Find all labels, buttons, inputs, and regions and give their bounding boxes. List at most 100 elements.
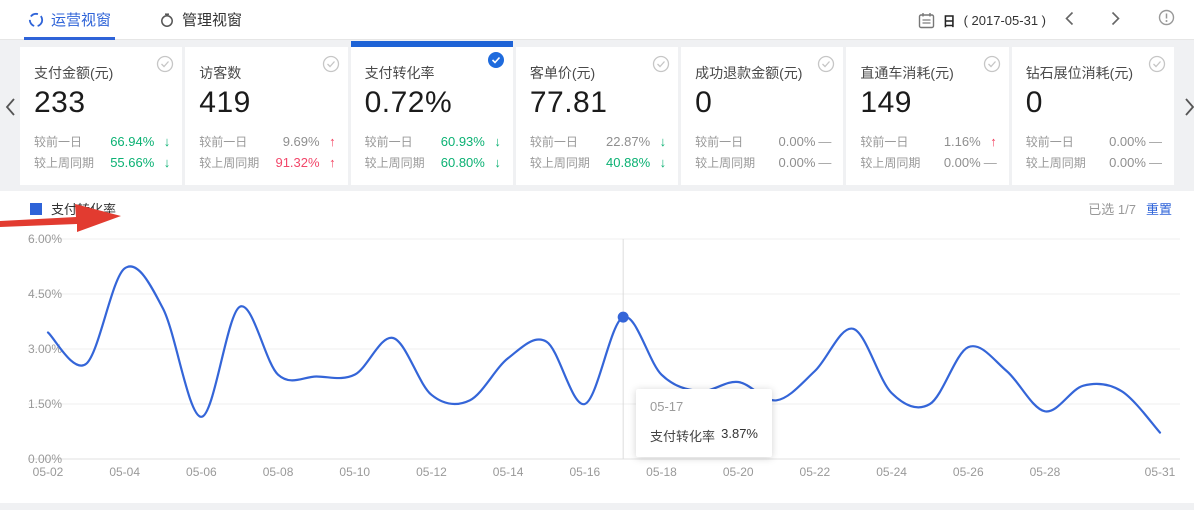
tooltip-date: 05-17 xyxy=(650,399,758,414)
tab-operations-view[interactable]: 运营视窗 xyxy=(28,0,111,40)
svg-text:0.00%: 0.00% xyxy=(28,452,62,466)
card-unchecked-icon[interactable] xyxy=(652,55,670,73)
metric-card-refund-amount[interactable]: 成功退款金额(元) 0 较前一日 0.00% — 较上周同期 0.00% — xyxy=(681,47,843,185)
svg-text:05-06: 05-06 xyxy=(186,465,217,479)
metric-compare-row: 较上周同期 91.32% ↑ xyxy=(199,152,335,173)
svg-text:05-28: 05-28 xyxy=(1030,465,1061,479)
trend-flat-icon: — xyxy=(1146,134,1162,149)
chart-tooltip: 05-17 支付转化率 3.87% xyxy=(636,389,772,457)
card-unchecked-icon[interactable] xyxy=(1148,55,1166,73)
metric-compare-row: 较前一日 1.16% ↑ xyxy=(860,131,996,152)
svg-text:05-24: 05-24 xyxy=(876,465,907,479)
svg-text:05-18: 05-18 xyxy=(646,465,677,479)
metric-card-avg-order-value[interactable]: 客单价(元) 77.81 较前一日 22.87% ↓ 较上周同期 40.88% … xyxy=(516,47,678,185)
tab-label: 运营视窗 xyxy=(51,9,111,30)
info-button[interactable] xyxy=(1138,9,1194,31)
cards-scroll-right-button[interactable] xyxy=(1184,96,1194,124)
date-granularity: 日 xyxy=(943,11,956,30)
metric-card-zuanzhan-spend[interactable]: 钻石展位消耗(元) 0 较前一日 0.00% — 较上周同期 0.00% — xyxy=(1012,47,1174,185)
trend-up-icon: ↑ xyxy=(320,155,336,170)
date-prev-button[interactable] xyxy=(1046,11,1092,30)
metric-compare-row: 较前一日 22.87% ↓ xyxy=(530,131,666,152)
metric-compare-row: 较上周同期 0.00% — xyxy=(695,152,831,173)
legend-swatch-icon xyxy=(30,203,42,215)
metric-card-value: 77.81 xyxy=(530,86,664,120)
svg-text:05-08: 05-08 xyxy=(263,465,294,479)
metric-card-payment-amount[interactable]: 支付金额(元) 233 较前一日 66.94% ↓ 较上周同期 55.66% ↓ xyxy=(20,47,182,185)
card-unchecked-icon[interactable] xyxy=(322,55,340,73)
metric-compare-row: 较前一日 60.93% ↓ xyxy=(365,131,501,152)
chart-controls: 已选 1/7 重置 xyxy=(1088,199,1172,218)
svg-text:05-12: 05-12 xyxy=(416,465,447,479)
metric-card-value: 233 xyxy=(34,86,168,120)
reset-button[interactable]: 重置 xyxy=(1146,199,1172,218)
chevron-right-icon xyxy=(1184,97,1194,117)
chevron-left-icon xyxy=(4,97,16,117)
metric-card-value: 0.72% xyxy=(365,86,499,120)
date-value: ( 2017-05-31 ) xyxy=(964,13,1046,28)
svg-text:1.50%: 1.50% xyxy=(28,397,62,411)
trend-chart-section: 支付转化率 已选 1/7 重置 0.00%1.50%3.00%4.50%6.00… xyxy=(0,191,1194,503)
card-unchecked-icon[interactable] xyxy=(983,55,1001,73)
metric-card-title: 支付转化率 xyxy=(365,63,499,83)
svg-text:05-20: 05-20 xyxy=(723,465,754,479)
svg-text:05-16: 05-16 xyxy=(569,465,600,479)
metric-compare-row: 较前一日 0.00% — xyxy=(1026,131,1162,152)
tab-management-view[interactable]: 管理视窗 xyxy=(159,0,242,40)
metric-compare-row: 较上周同期 40.88% ↓ xyxy=(530,152,666,173)
trend-flat-icon: — xyxy=(815,134,831,149)
chart-legend[interactable]: 支付转化率 xyxy=(30,199,116,218)
metric-compare-row: 较前一日 9.69% ↑ xyxy=(199,131,335,152)
metric-card-title: 支付金额(元) xyxy=(34,63,168,83)
svg-text:05-22: 05-22 xyxy=(800,465,831,479)
trend-down-icon: ↓ xyxy=(154,134,170,149)
date-next-button[interactable] xyxy=(1092,11,1138,30)
metric-compare-row: 较上周同期 60.80% ↓ xyxy=(365,152,501,173)
trend-up-icon: ↑ xyxy=(981,134,997,149)
trend-flat-icon: — xyxy=(981,155,997,170)
trend-flat-icon: — xyxy=(1146,155,1162,170)
cards-scroll-left-button[interactable] xyxy=(4,96,16,124)
info-icon xyxy=(1158,9,1175,26)
svg-text:05-04: 05-04 xyxy=(109,465,140,479)
svg-text:05-14: 05-14 xyxy=(493,465,524,479)
metric-compare-row: 较上周同期 0.00% — xyxy=(860,152,996,173)
nav-right-controls: 日 ( 2017-05-31 ) xyxy=(918,0,1194,40)
metric-card-title: 钻石展位消耗(元) xyxy=(1026,63,1160,83)
chevron-right-icon xyxy=(1110,11,1121,26)
metric-card-value: 0 xyxy=(695,86,829,120)
metric-card-title: 访客数 xyxy=(199,63,333,83)
metric-card-title: 成功退款金额(元) xyxy=(695,63,829,83)
conversion-rate-chart[interactable]: 0.00%1.50%3.00%4.50%6.00%05-0205-0405-06… xyxy=(0,229,1194,491)
metric-compare-row: 较前一日 66.94% ↓ xyxy=(34,131,170,152)
chevron-left-icon xyxy=(1064,11,1075,26)
tab-label: 管理视窗 xyxy=(182,9,242,30)
metric-card-value: 419 xyxy=(199,86,333,120)
top-nav: 运营视窗 管理视窗 日 ( 2017-05-31 ) xyxy=(0,0,1194,40)
svg-text:05-26: 05-26 xyxy=(953,465,984,479)
metric-card-conversion-rate[interactable]: 支付转化率 0.72% 较前一日 60.93% ↓ 较上周同期 60.80% ↓ xyxy=(351,41,513,185)
metric-card-visitors[interactable]: 访客数 419 较前一日 9.69% ↑ 较上周同期 91.32% ↑ xyxy=(185,47,347,185)
date-selector[interactable]: 日 ( 2017-05-31 ) xyxy=(918,11,1046,30)
operations-view-icon xyxy=(28,12,44,28)
calendar-icon xyxy=(918,12,935,29)
management-view-icon xyxy=(159,12,175,28)
metric-compare-row: 较上周同期 0.00% — xyxy=(1026,152,1162,173)
active-tab-indicator xyxy=(24,37,115,40)
trend-down-icon: ↓ xyxy=(485,134,501,149)
metric-card-value: 149 xyxy=(860,86,994,120)
metric-cards-strip: 支付金额(元) 233 较前一日 66.94% ↓ 较上周同期 55.66% ↓… xyxy=(20,47,1174,185)
svg-text:05-02: 05-02 xyxy=(33,465,64,479)
card-unchecked-icon[interactable] xyxy=(156,55,174,73)
metric-card-title: 直通车消耗(元) xyxy=(860,63,994,83)
metric-card-ztc-spend[interactable]: 直通车消耗(元) 149 较前一日 1.16% ↑ 较上周同期 0.00% — xyxy=(846,47,1008,185)
svg-text:6.00%: 6.00% xyxy=(28,232,62,246)
svg-text:05-10: 05-10 xyxy=(339,465,370,479)
trend-flat-icon: — xyxy=(815,155,831,170)
metric-card-title: 客单价(元) xyxy=(530,63,664,83)
trend-down-icon: ↓ xyxy=(650,134,666,149)
selected-count-label: 已选 1/7 xyxy=(1088,199,1136,218)
card-unchecked-icon[interactable] xyxy=(817,55,835,73)
tooltip-metric-label: 支付转化率 xyxy=(650,426,715,445)
card-checked-icon[interactable] xyxy=(487,51,505,69)
